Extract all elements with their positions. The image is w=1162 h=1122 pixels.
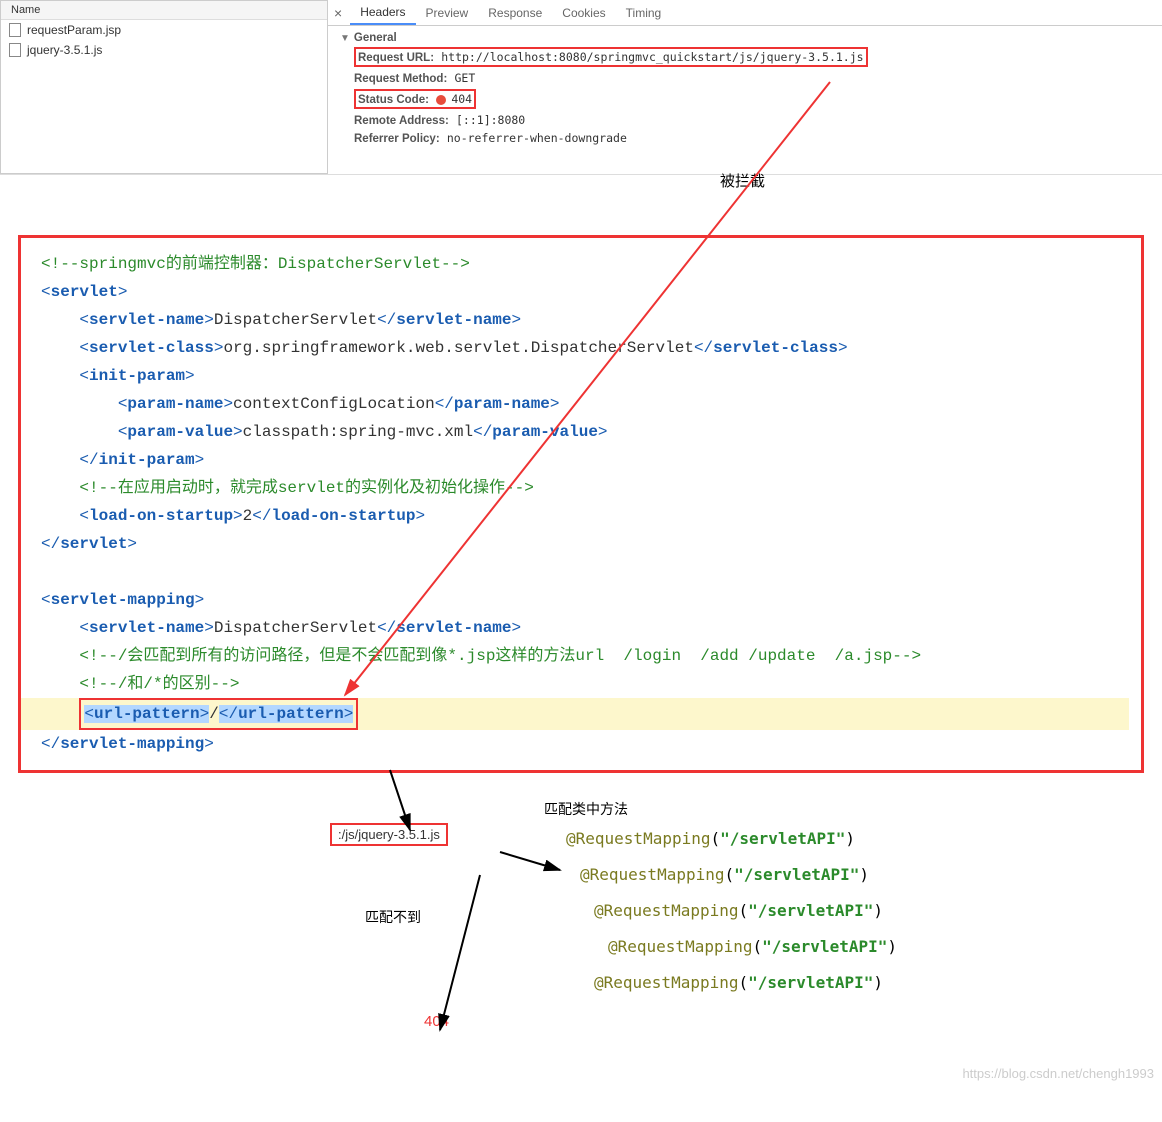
file-panel: Name requestParam.jsp jquery-3.5.1.js bbox=[0, 0, 328, 174]
tab-cookies[interactable]: Cookies bbox=[552, 2, 615, 24]
top-section: Name requestParam.jsp jquery-3.5.1.js × … bbox=[0, 0, 1162, 175]
code-line: <!--/和/*的区别--> bbox=[21, 670, 1129, 698]
code-line bbox=[21, 558, 1129, 586]
code-line: <param-name>contextConfigLocation</param… bbox=[21, 390, 1129, 418]
code-line: <!--在应用启动时，就完成servlet的实例化及初始化操作--> bbox=[21, 474, 1129, 502]
file-name: requestParam.jsp bbox=[27, 23, 121, 37]
devtools-tabs: × Headers Preview Response Cookies Timin… bbox=[328, 0, 1162, 26]
code-line: <load-on-startup>2</load-on-startup> bbox=[21, 502, 1129, 530]
request-method-value: GET bbox=[454, 71, 475, 85]
code-line: <param-value>classpath:spring-mvc.xml</p… bbox=[21, 418, 1129, 446]
request-mapping-1: @RequestMapping("/servletAPI") bbox=[566, 829, 855, 848]
devtools-body: ▼ General Request URL: http://localhost:… bbox=[328, 26, 1162, 153]
watermark: https://blog.csdn.net/chengh1993 bbox=[962, 1066, 1154, 1081]
file-name: jquery-3.5.1.js bbox=[27, 43, 102, 57]
general-label: General bbox=[354, 32, 397, 44]
url-pattern-highlight: <url-pattern>/</url-pattern> bbox=[79, 698, 358, 730]
status-code-label: Status Code: bbox=[358, 94, 429, 106]
remote-address-label: Remote Address: bbox=[354, 115, 449, 127]
file-icon bbox=[9, 43, 21, 57]
code-panel: <!--springmvc的前端控制器：DispatcherServlet-->… bbox=[18, 235, 1144, 773]
code-line: <servlet-name>DispatcherServlet</servlet… bbox=[21, 614, 1129, 642]
request-mapping-5: @RequestMapping("/servletAPI") bbox=[594, 973, 883, 992]
status-code-highlight: Status Code: 404 bbox=[354, 89, 476, 109]
code-line: </init-param> bbox=[21, 446, 1129, 474]
code-line: <servlet-mapping> bbox=[21, 586, 1129, 614]
request-url-label: Request URL: bbox=[358, 52, 434, 64]
tab-headers[interactable]: Headers bbox=[350, 1, 415, 25]
tab-preview[interactable]: Preview bbox=[416, 2, 479, 24]
request-mapping-4: @RequestMapping("/servletAPI") bbox=[608, 937, 897, 956]
code-line: <servlet-name>DispatcherServlet</servlet… bbox=[21, 306, 1129, 334]
code-line: </servlet-mapping> bbox=[21, 730, 1129, 758]
request-method-label: Request Method: bbox=[354, 73, 447, 85]
referrer-policy-row: Referrer Policy: no-referrer-when-downgr… bbox=[340, 129, 1150, 147]
tab-response[interactable]: Response bbox=[478, 2, 552, 24]
bottom-section: :/js/jquery-3.5.1.js 匹配类中方法 匹配不到 @Reques… bbox=[0, 793, 1162, 1083]
file-panel-header[interactable]: Name bbox=[1, 1, 327, 20]
close-icon[interactable]: × bbox=[334, 5, 342, 21]
code-line: <init-param> bbox=[21, 362, 1129, 390]
code-line: <servlet-class>org.springframework.web.s… bbox=[21, 334, 1129, 362]
tab-timing[interactable]: Timing bbox=[616, 2, 672, 24]
request-mapping-3: @RequestMapping("/servletAPI") bbox=[594, 901, 883, 920]
code-line: <servlet> bbox=[21, 278, 1129, 306]
triangle-down-icon: ▼ bbox=[340, 33, 350, 44]
status-code-row: Status Code: 404 bbox=[340, 87, 1150, 111]
referrer-policy-value: no-referrer-when-downgrade bbox=[447, 131, 627, 145]
request-url-highlight: Request URL: http://localhost:8080/sprin… bbox=[354, 47, 868, 67]
file-item[interactable]: jquery-3.5.1.js bbox=[1, 40, 327, 60]
code-line: <!--/会匹配到所有的访问路径，但是不会匹配到像*.jsp这样的方法url /… bbox=[21, 642, 1129, 670]
devtools-panel: × Headers Preview Response Cookies Timin… bbox=[328, 0, 1162, 174]
code-line: </servlet> bbox=[21, 530, 1129, 558]
status-dot-icon bbox=[436, 95, 446, 105]
file-icon bbox=[9, 23, 21, 37]
code-line-highlighted: <url-pattern>/</url-pattern> bbox=[21, 698, 1129, 730]
request-url-value: http://localhost:8080/springmvc_quicksta… bbox=[441, 50, 863, 64]
request-url-row: Request URL: http://localhost:8080/sprin… bbox=[340, 45, 1150, 69]
remote-address-row: Remote Address: [::1]:8080 bbox=[340, 111, 1150, 129]
annotation-match-method: 匹配类中方法 bbox=[544, 799, 628, 819]
annotation-no-match: 匹配不到 bbox=[365, 907, 421, 927]
annotation-404: 404 bbox=[424, 1013, 449, 1030]
request-method-row: Request Method: GET bbox=[340, 69, 1150, 87]
code-line: <!--springmvc的前端控制器：DispatcherServlet--> bbox=[21, 250, 1129, 278]
referrer-policy-label: Referrer Policy: bbox=[354, 133, 440, 145]
annotation-blocked: 被拦截 bbox=[720, 170, 765, 191]
url-snippet-box: :/js/jquery-3.5.1.js bbox=[330, 823, 448, 846]
status-code-value: 404 bbox=[451, 92, 472, 106]
request-mapping-2: @RequestMapping("/servletAPI") bbox=[580, 865, 869, 884]
general-section-header[interactable]: ▼ General bbox=[340, 32, 1150, 44]
file-item[interactable]: requestParam.jsp bbox=[1, 20, 327, 40]
remote-address-value: [::1]:8080 bbox=[456, 113, 525, 127]
